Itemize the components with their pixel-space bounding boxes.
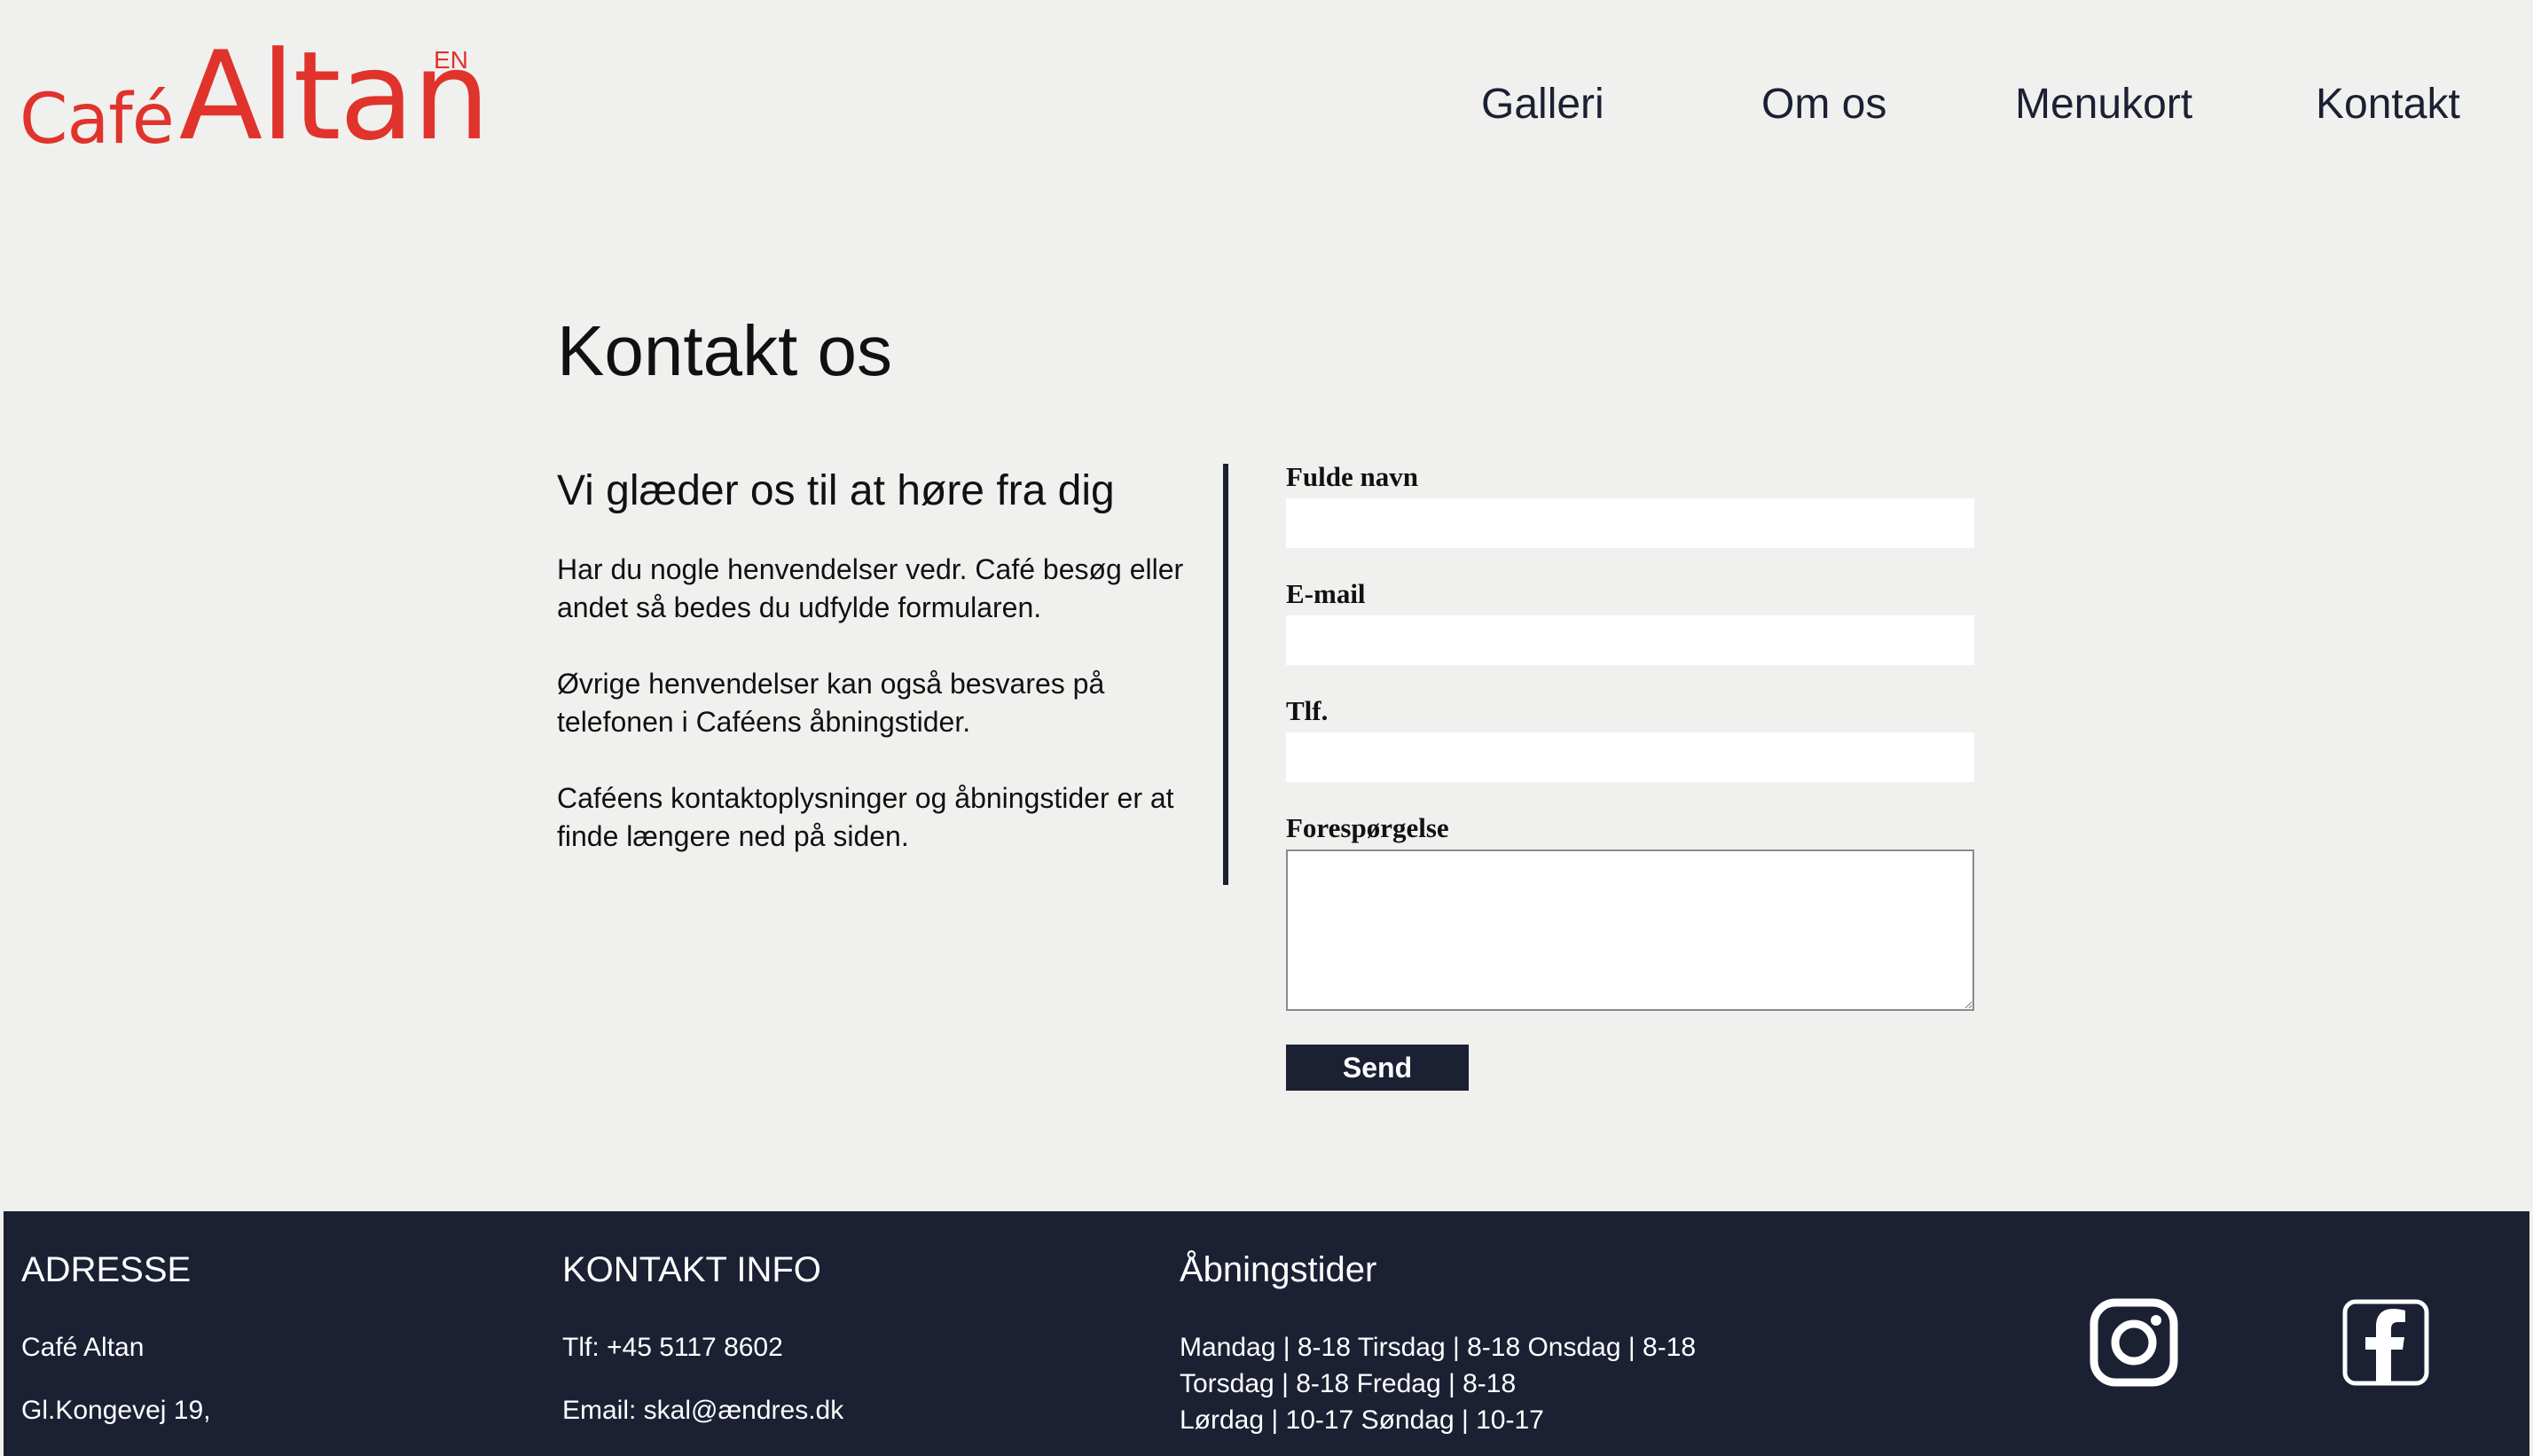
facebook-icon[interactable] xyxy=(2341,1298,2430,1387)
email-label: E-mail xyxy=(1286,578,1366,609)
nav-galleri[interactable]: Galleri xyxy=(1481,80,1604,129)
address-name: Café Altan xyxy=(21,1333,145,1362)
name-label: Fulde navn xyxy=(1286,461,1419,492)
language-switch-link[interactable]: EN xyxy=(434,46,468,74)
main-navigation: Galleri Om os Menukort Kontakt xyxy=(0,80,2533,133)
address-street: Gl.Kongevej 19, xyxy=(21,1396,211,1425)
instagram-icon[interactable] xyxy=(2090,1298,2178,1387)
intro-paragraph: Har du nogle henvendelser vedr. Café bes… xyxy=(557,553,1184,623)
contact-intro: Vi glæder os til at høre fra dig Har du … xyxy=(557,466,1196,894)
hours-line: Mandag | 8-18 Tirsdag | 8-18 Onsdag | 8-… xyxy=(1180,1333,1697,1362)
email-field[interactable] xyxy=(1286,615,1974,665)
contact-heading: KONTAKT INFO xyxy=(562,1250,821,1289)
nav-menukort[interactable]: Menukort xyxy=(2015,80,2192,129)
vertical-divider xyxy=(1223,464,1228,885)
inquiry-label: Forespørgelse xyxy=(1286,812,1449,843)
intro-paragraph: Caféens kontaktoplysninger og åbningstid… xyxy=(557,782,1174,852)
intro-subtitle: Vi glæder os til at høre fra dig xyxy=(557,467,1115,514)
hours-heading: Åbningstider xyxy=(1180,1250,1377,1289)
footer: ADRESSE Café Altan Gl.Kongevej 19, KONTA… xyxy=(4,1211,2529,1456)
footer-contact: KONTAKT INFO Tlf: +45 5117 8602 Email: s… xyxy=(562,1250,843,1429)
contact-phone: Tlf: +45 5117 8602 xyxy=(562,1333,783,1362)
contact-email[interactable]: Email: skal@ændres.dk xyxy=(562,1392,843,1429)
phone-label: Tlf. xyxy=(1286,695,1329,726)
contact-form: Fulde navn E-mail Tlf. Forespørgelse Sen… xyxy=(1286,461,1978,1091)
nav-om-os[interactable]: Om os xyxy=(1761,80,1886,129)
phone-field[interactable] xyxy=(1286,732,1974,782)
nav-kontakt[interactable]: Kontakt xyxy=(2316,80,2460,129)
footer-address: ADRESSE Café Altan Gl.Kongevej 19, xyxy=(21,1250,210,1429)
hours-line: Torsdag | 8-18 Fredag | 8-18 xyxy=(1180,1369,1517,1398)
intro-paragraph: Øvrige henvendelser kan også besvares på… xyxy=(557,668,1105,738)
inquiry-textarea[interactable] xyxy=(1286,849,1974,1011)
page-title: Kontakt os xyxy=(557,311,893,390)
name-field[interactable] xyxy=(1286,498,1974,548)
hours-line: Lørdag | 10-17 Søndag | 10-17 xyxy=(1180,1405,1544,1435)
send-button[interactable]: Send xyxy=(1286,1045,1469,1091)
footer-hours: Åbningstider Mandag | 8-18 Tirsdag | 8-1… xyxy=(1180,1250,1696,1438)
address-heading: ADRESSE xyxy=(21,1250,192,1289)
